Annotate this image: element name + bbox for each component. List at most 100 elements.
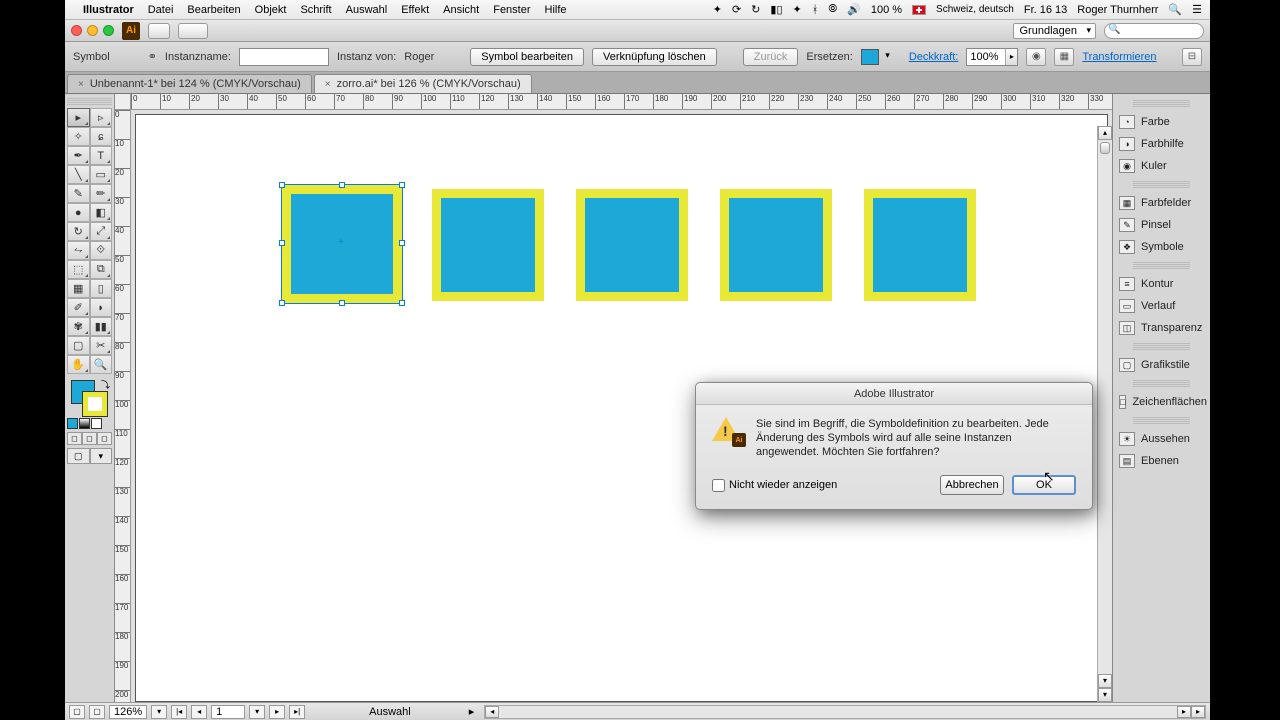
scroll-down-button[interactable]: ▾ bbox=[1098, 674, 1112, 688]
eraser-tool[interactable]: ◧ bbox=[90, 203, 113, 222]
instance-name-input[interactable] bbox=[239, 48, 329, 66]
panel-grip[interactable] bbox=[1133, 343, 1190, 350]
document-tab[interactable]: ×zorro.ai* bei 126 % (CMYK/Vorschau) bbox=[314, 74, 532, 93]
selection-handle[interactable] bbox=[279, 182, 285, 188]
opacity-link[interactable]: Deckkraft: bbox=[909, 51, 959, 63]
rectangle-tool[interactable]: ▭ bbox=[90, 165, 113, 184]
horizontal-ruler[interactable]: 0102030405060708090100110120130140150160… bbox=[131, 94, 1112, 110]
artboard-tool[interactable]: ▢ bbox=[67, 336, 90, 355]
menu-edit[interactable]: Bearbeiten bbox=[187, 4, 240, 16]
column-graph-tool[interactable]: ▮▮ bbox=[90, 317, 113, 336]
symbol-instance[interactable]: + bbox=[282, 185, 402, 303]
opacity-field[interactable]: ▸ bbox=[966, 48, 1018, 66]
shape-builder-tool[interactable]: ⬚ bbox=[67, 260, 90, 279]
gradient-tool[interactable]: ▯ bbox=[90, 279, 113, 298]
pen-tool[interactable]: ✒ bbox=[67, 146, 90, 165]
menu-file[interactable]: Datei bbox=[148, 4, 174, 16]
close-tab-icon[interactable]: × bbox=[325, 79, 331, 90]
width-tool[interactable]: ⥊ bbox=[67, 241, 90, 260]
minimize-window-button[interactable] bbox=[87, 25, 98, 36]
eyedropper-tool[interactable]: ✐ bbox=[67, 298, 90, 317]
back-button[interactable]: Zurück bbox=[743, 48, 799, 66]
color-mode-solid[interactable] bbox=[67, 418, 78, 429]
symbol-sprayer-tool[interactable]: ✾ bbox=[67, 317, 90, 336]
clock[interactable]: Fr. 16 13 bbox=[1024, 4, 1067, 16]
break-link-button[interactable]: Verknüpfung löschen bbox=[592, 48, 717, 66]
lasso-tool[interactable]: ɕ bbox=[90, 127, 113, 146]
symbol-instance[interactable] bbox=[864, 189, 976, 301]
spotlight-icon[interactable]: 🔍 bbox=[1168, 3, 1182, 16]
panel-button[interactable]: ◔Farbe bbox=[1113, 111, 1210, 133]
workspace-switcher[interactable]: Grundlagen bbox=[1013, 23, 1097, 39]
panel-button[interactable]: ✎Pinsel bbox=[1113, 214, 1210, 236]
paintbrush-tool[interactable]: ✎ bbox=[67, 184, 90, 203]
cancel-button[interactable]: Abbrechen bbox=[940, 475, 1004, 495]
close-tab-icon[interactable]: × bbox=[78, 79, 84, 90]
draw-behind[interactable]: ◻ bbox=[82, 432, 97, 445]
menuextra-icon[interactable]: ✦ bbox=[713, 3, 722, 16]
rotate-tool[interactable]: ↻ bbox=[67, 222, 90, 241]
panel-button[interactable]: □Zeichenflächen bbox=[1113, 391, 1210, 413]
panel-grip[interactable] bbox=[1133, 417, 1190, 424]
direct-selection-tool[interactable]: ▹ bbox=[90, 108, 113, 127]
vertical-scrollbar[interactable]: ▴ ▾ ▾ bbox=[1097, 126, 1112, 702]
user-name[interactable]: Roger Thurnherr bbox=[1077, 4, 1158, 16]
close-window-button[interactable] bbox=[71, 25, 82, 36]
artboard-menu[interactable]: ▾ bbox=[249, 705, 265, 719]
panel-grip[interactable] bbox=[1133, 100, 1190, 107]
app-name[interactable]: Illustrator bbox=[83, 4, 134, 16]
volume-icon[interactable]: 🔊 bbox=[847, 3, 861, 16]
edit-symbol-button[interactable]: Symbol bearbeiten bbox=[470, 48, 584, 66]
dont-show-again-checkbox[interactable]: Nicht wieder anzeigen bbox=[712, 479, 837, 492]
type-tool[interactable]: T bbox=[90, 146, 113, 165]
battery-icon[interactable]: ▮▯ bbox=[770, 3, 782, 16]
panel-button[interactable]: ▦Farbfelder bbox=[1113, 192, 1210, 214]
pencil-tool[interactable]: ✏ bbox=[90, 184, 113, 203]
zoom-window-button[interactable] bbox=[103, 25, 114, 36]
stroke-swatch[interactable] bbox=[83, 392, 107, 416]
slice-tool[interactable]: ✂ bbox=[90, 336, 113, 355]
scroll-thumb[interactable] bbox=[1100, 142, 1110, 154]
wifi-icon[interactable]: ⦾ bbox=[828, 3, 837, 16]
selection-handle[interactable] bbox=[339, 182, 345, 188]
artboard-next[interactable]: ▸ bbox=[269, 705, 285, 719]
transform-link[interactable]: Transformieren bbox=[1082, 51, 1156, 63]
artboard-last[interactable]: ▸| bbox=[289, 705, 305, 719]
selection-handle[interactable] bbox=[399, 300, 405, 306]
artboard-first[interactable]: |◂ bbox=[171, 705, 187, 719]
status-menu-icon[interactable]: ▸ bbox=[469, 705, 475, 718]
menu-view[interactable]: Ansicht bbox=[443, 4, 479, 16]
swap-fill-stroke-icon[interactable]: ⤵ bbox=[101, 378, 110, 391]
horizontal-scrollbar[interactable]: ◂ ▸ ▸ bbox=[484, 705, 1206, 719]
draw-inside[interactable]: ◻ bbox=[97, 432, 112, 445]
fill-stroke-control[interactable]: ⤵ bbox=[67, 378, 112, 416]
input-language-label[interactable]: Schweiz, deutsch bbox=[936, 4, 1014, 15]
bridge-button[interactable] bbox=[148, 23, 170, 39]
selection-handle[interactable] bbox=[399, 182, 405, 188]
menuextra-icon[interactable]: ↻ bbox=[751, 3, 760, 16]
artboard-nav-first[interactable]: ▢ bbox=[69, 705, 85, 719]
artboard-nav-prev[interactable]: ▢ bbox=[89, 705, 105, 719]
screen-mode-menu[interactable]: ▾ bbox=[90, 448, 113, 464]
panel-button[interactable]: ☀Aussehen bbox=[1113, 428, 1210, 450]
zoom-level-field[interactable]: 126% bbox=[109, 705, 147, 719]
panel-button[interactable]: ≡Kontur bbox=[1113, 273, 1210, 295]
menuextra-icon[interactable]: ⟳ bbox=[732, 3, 741, 16]
menu-effect[interactable]: Effekt bbox=[401, 4, 429, 16]
symbol-instance[interactable] bbox=[576, 189, 688, 301]
notification-center-icon[interactable]: ☰ bbox=[1192, 3, 1202, 16]
panel-button[interactable]: ◫Transparenz bbox=[1113, 317, 1210, 339]
scroll-up-button[interactable]: ▴ bbox=[1098, 126, 1112, 140]
menu-object[interactable]: Objekt bbox=[255, 4, 287, 16]
screen-mode-button[interactable]: ▢ bbox=[67, 448, 90, 464]
scale-tool[interactable]: ⤢ bbox=[90, 222, 113, 241]
perspective-grid-tool[interactable]: ⧉ bbox=[90, 260, 113, 279]
menu-type[interactable]: Schrift bbox=[300, 4, 331, 16]
recolor-artwork-button[interactable]: ◉ bbox=[1026, 48, 1046, 66]
panel-button[interactable]: ▭Verlauf bbox=[1113, 295, 1210, 317]
panel-button[interactable]: ◉Kuler bbox=[1113, 155, 1210, 177]
menu-window[interactable]: Fenster bbox=[493, 4, 530, 16]
panel-grip[interactable] bbox=[67, 98, 112, 105]
symbol-instance[interactable] bbox=[432, 189, 544, 301]
hand-tool[interactable]: ✋ bbox=[67, 355, 90, 374]
